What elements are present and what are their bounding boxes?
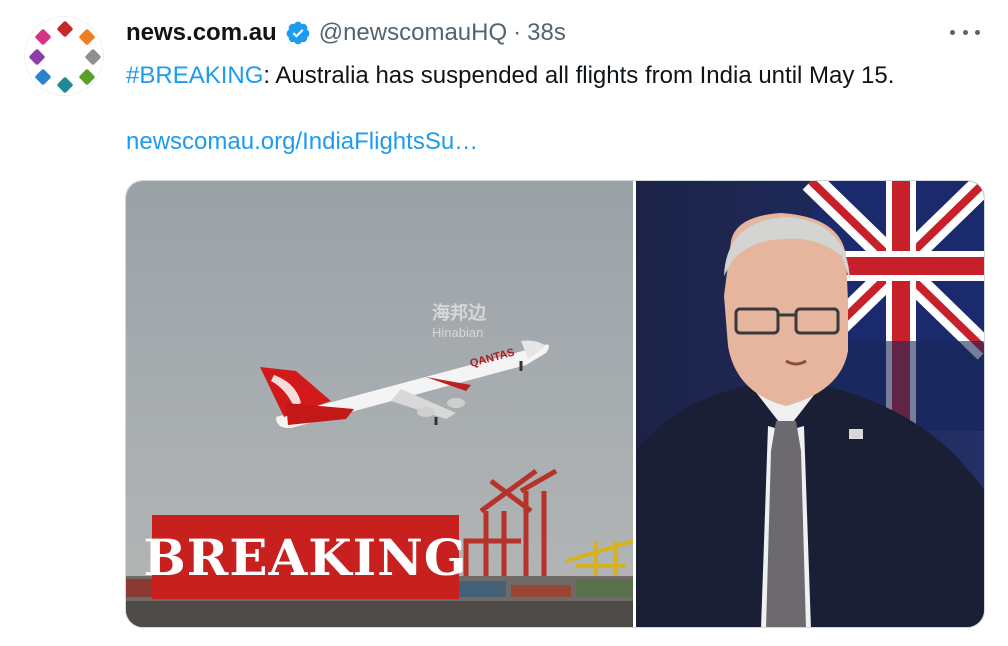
speaker-scene [636,181,984,627]
breaking-banner: BREAKING [144,515,466,599]
more-dot [975,29,980,35]
user-handle[interactable]: @newscomauHQ [319,19,507,47]
avatar[interactable] [24,16,104,96]
tweet-card[interactable]: news.com.au @newscomauHQ · 38s #BREAKING… [0,0,1008,646]
logo-dot-pink [34,28,52,46]
lapel-pin [849,429,863,439]
logo-dot-green [78,68,96,86]
qantas-plane: QANTAS [260,340,550,429]
header-separator: · [513,19,522,46]
watermark: 海邦边 Hinabian [432,303,486,343]
logo-dot-gray [84,48,102,66]
logo-dot-purple [28,48,46,66]
verified-badge-icon [285,20,311,46]
tie [766,421,806,627]
tweet-header: news.com.au @newscomauHQ · 38s [126,14,566,52]
tweet-body: : Australia has suspended all flights fr… [263,62,895,89]
logo-dot-red [56,20,74,38]
watermark-en: Hinabian [432,325,484,340]
more-dot [950,29,955,35]
watermark-cn: 海邦边 [432,303,486,323]
media-container[interactable]: QANTAS 海邦边 Hinabian BREAKING [125,180,985,628]
logo-dot-teal [56,76,74,94]
display-name[interactable]: news.com.au [126,19,277,47]
external-link[interactable]: newscomau.org/IndiaFlightsSu… [126,126,478,158]
timestamp[interactable]: 38s [527,19,566,47]
photo-plane[interactable]: QANTAS 海邦边 Hinabian BREAKING [126,181,633,627]
tweet-text: #BREAKING: Australia has suspended all f… [126,60,986,92]
photo-speaker[interactable] [636,181,984,627]
logo-dot-orange [78,28,96,46]
hashtag-link[interactable]: #BREAKING [126,62,263,89]
more-options-icon[interactable] [950,22,980,42]
logo-dot-blue [34,68,52,86]
more-dot [962,29,968,35]
